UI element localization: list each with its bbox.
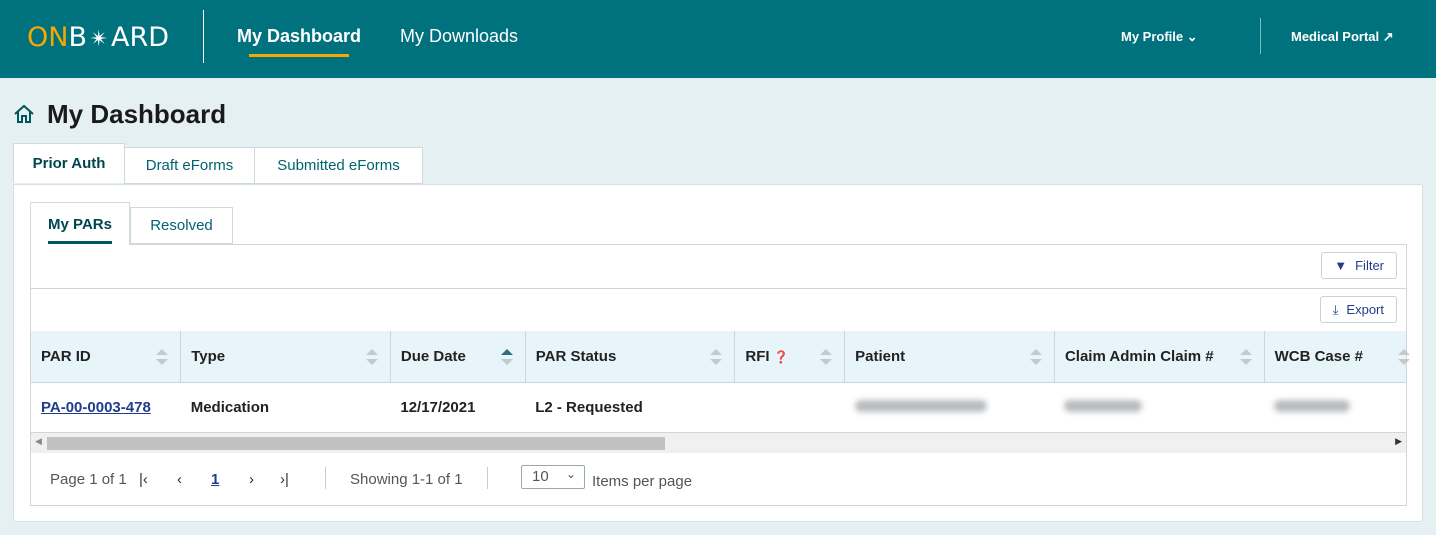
external-link-icon: ↗ [1382,29,1394,44]
redacted-patient [854,399,987,412]
top-nav: ONB ✴ ARD My Dashboard My Downloads My Pro… [0,0,1436,78]
divider [487,467,488,489]
par-id-link[interactable]: PA-00-0003-478 [41,399,151,416]
redacted-claim [1064,399,1143,412]
page-title: My Dashboard [47,99,227,129]
scroll-left-icon[interactable]: ◀ [35,436,42,447]
sort-icon [1239,349,1252,365]
scroll-right-icon[interactable]: ▶ [1395,436,1402,447]
page-1-button[interactable]: 1 [211,471,219,488]
medical-portal-link[interactable]: Medical Portal ↗ [1291,29,1394,45]
chevron-down-icon: ⌄ [565,467,576,481]
tab-resolved[interactable]: Resolved [130,207,233,244]
sort-icon [365,349,378,365]
divider [31,288,1406,289]
col-type[interactable]: Type [180,331,391,383]
col-due-date[interactable]: Due Date [390,331,526,383]
type-cell: Medication [180,382,391,433]
wcb-cell [1264,382,1406,433]
items-per-page-select[interactable]: 10 ⌄ [521,465,585,489]
next-page-icon[interactable]: › [249,471,254,488]
sort-icon [156,349,169,365]
status-cell: L2 - Requested [525,382,735,433]
sort-icon [1398,349,1410,365]
col-patient[interactable]: Patient [844,331,1055,383]
col-par-status[interactable]: PAR Status [525,331,736,383]
help-icon[interactable]: ❓ [774,350,789,364]
onboard-logo[interactable]: ONB ✴ ARD [27,22,169,53]
page-info: Page 1 of 1 [50,471,127,488]
divider [1260,18,1261,54]
pars-grid: ▼ Filter ⤓ Export PAR ID Type Due Date PAR… [30,244,1410,506]
table-row: PA-00-0003-478 Medication 12/17/2021 L2 … [31,382,1406,433]
home-icon[interactable] [13,104,35,124]
col-par-id[interactable]: PAR ID [31,331,182,383]
export-button[interactable]: ⤓ Export [1319,296,1397,323]
tab-draft-eforms[interactable]: Draft eForms [124,147,255,184]
showing-info: Showing 1-1 of 1 [350,471,463,488]
patient-cell [844,382,1055,433]
col-rfi[interactable]: RFI ❓ [734,331,846,383]
col-wcb-case[interactable]: WCB Case # [1264,331,1410,383]
last-page-icon[interactable]: ›| [280,471,289,488]
compass-icon: ✴ [89,27,109,52]
sort-icon [1029,349,1042,365]
claim-cell [1054,382,1265,433]
tab-prior-auth[interactable]: Prior Auth [13,143,125,183]
prev-page-icon[interactable]: ‹ [177,471,182,488]
horizontal-scrollbar[interactable]: ◀ ▶ [31,433,1406,453]
tab-submitted-eforms[interactable]: Submitted eForms [254,147,423,184]
filter-icon: ▼ [1334,258,1348,273]
first-page-icon[interactable]: |‹ [139,471,148,488]
chevron-down-icon: ⌄ [1186,29,1198,44]
table-header-row: PAR ID Type Due Date PAR Status RFI ❓ Pa… [31,331,1410,383]
due-date-cell: 12/17/2021 [390,382,526,433]
scrollbar-thumb[interactable] [47,437,665,450]
tab-my-pars[interactable]: My PARs [30,202,130,245]
sort-icon [710,349,723,365]
redacted-wcb [1274,399,1351,412]
divider [325,467,326,489]
col-claim-admin-claim[interactable]: Claim Admin Claim # [1054,331,1265,383]
items-per-page-label: Items per page [592,473,693,490]
pars-table: PAR ID Type Due Date PAR Status RFI ❓ Pa… [31,331,1410,433]
filter-button[interactable]: ▼ Filter [1321,252,1397,279]
nav-my-dashboard[interactable]: My Dashboard [237,26,361,57]
download-icon: ⤓ [1332,301,1339,317]
nav-my-downloads[interactable]: My Downloads [400,26,518,47]
rfi-cell [734,382,845,433]
sort-ascending-icon [500,349,513,365]
sort-icon [820,349,833,365]
my-profile-menu[interactable]: My Profile ⌄ [1121,29,1198,45]
divider [203,10,204,63]
